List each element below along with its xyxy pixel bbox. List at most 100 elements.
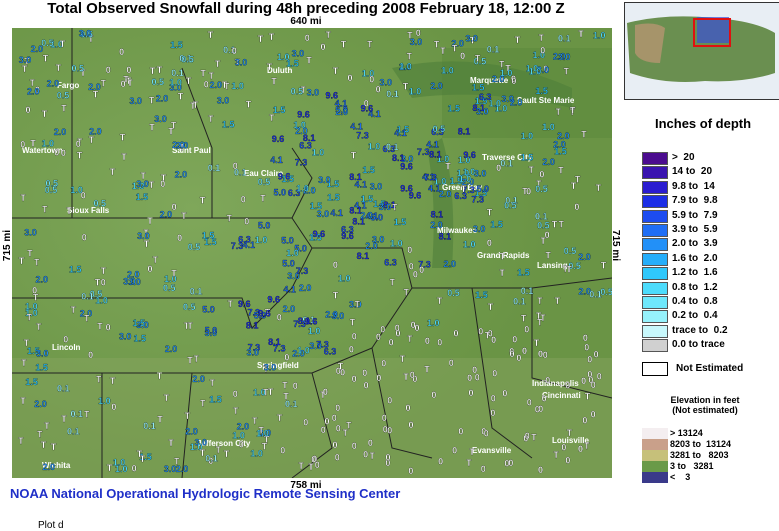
observation-value: 0.1 (190, 287, 203, 297)
elevation-label: < 3 (670, 472, 691, 482)
observation-value: T (407, 51, 413, 61)
observation-value: 8.1 (439, 231, 452, 241)
observation-value: T (194, 354, 200, 364)
legend-row: 7.9 to 9.8 (642, 195, 778, 209)
observation-value: T (84, 409, 90, 419)
legend-swatch (642, 238, 668, 252)
observation-value: T (553, 450, 559, 460)
observation-value: 8.1 (431, 210, 444, 220)
legend-row: 0.0 to trace (642, 339, 778, 353)
observation-value: 9.6 (409, 190, 422, 200)
observation-value: T (529, 165, 535, 175)
observation-value: T (258, 426, 264, 436)
observation-value: T (187, 321, 193, 331)
legend-swatch (642, 281, 668, 295)
observation-value: 0 (232, 46, 237, 56)
observation-value: T (515, 35, 521, 45)
observation-value: 1.0 (115, 464, 128, 474)
legend-label: 14 to 20 (672, 166, 713, 178)
observation-value: T (534, 338, 540, 348)
observation-value: 1.0 (250, 448, 263, 458)
observation-value: 0 (348, 73, 353, 83)
observation-value: 1.0 (231, 81, 244, 91)
observation-value: 0.1 (500, 158, 513, 168)
observation-value: 0 (407, 245, 412, 255)
observation-value: T (499, 268, 505, 278)
observation-value: 2.0 (192, 374, 205, 384)
observation-value: 0.5 (57, 91, 70, 101)
observation-value: 0 (574, 202, 579, 212)
observation-value: T (210, 378, 216, 388)
observation-value: T (559, 220, 565, 230)
observation-value: 3.0 (380, 78, 393, 88)
observation-value: 0 (148, 264, 153, 274)
elevation-row: < 3 (642, 472, 778, 483)
observation-value: T (43, 54, 49, 64)
legend-row: > 20 (642, 152, 778, 166)
observation-value: T (556, 107, 562, 117)
observation-value: T (475, 54, 481, 64)
observation-value: 0.1 (487, 45, 500, 55)
observation-value: 9.6 (341, 231, 354, 241)
observation-value: 0 (76, 139, 81, 149)
observation-value: 9.6 (305, 317, 318, 327)
observation-value: 0 (524, 324, 529, 334)
observation-value: T (469, 447, 475, 457)
observation-value: T (18, 436, 24, 446)
legend-swatch (642, 310, 668, 324)
observation-value: T (522, 186, 528, 196)
observation-value: 5.0 (281, 235, 294, 245)
observation-value: 0 (510, 349, 515, 359)
observation-value: 0 (280, 445, 285, 455)
observation-value: T (193, 100, 199, 110)
observation-value: T (564, 66, 570, 76)
legend-label: trace to 0.2 (672, 324, 728, 336)
observation-value: 0 (352, 441, 357, 451)
observation-value: 0 (303, 418, 308, 428)
elevation-row: 8203 to 13124 (642, 439, 778, 450)
observation-value: 0 (106, 323, 111, 333)
observation-value: 0.5 (163, 283, 176, 293)
observation-value: 2.0 (165, 344, 178, 354)
observation-value: 0 (413, 270, 418, 280)
observation-value: T (174, 457, 180, 467)
legend-row: 2.0 to 3.9 (642, 238, 778, 252)
observation-value: T (537, 318, 543, 328)
observation-value: 1.0 (529, 67, 542, 77)
observation-value: T (403, 372, 409, 382)
observation-value: T (20, 396, 26, 406)
observation-value: 1.0 (463, 239, 476, 249)
observation-value: T (137, 449, 143, 459)
observation-value: T (51, 442, 57, 452)
observation-value: T (36, 322, 42, 332)
observation-value: 3.0 (558, 52, 571, 62)
observation-value: T (260, 194, 266, 204)
observation-value: 0.1 (208, 163, 221, 173)
observation-value: 0 (425, 336, 430, 346)
observation-value: 0 (336, 424, 341, 434)
observation-value: 1.0 (42, 139, 55, 149)
observation-value: 3.0 (137, 231, 150, 241)
locator-inset-map[interactable] (624, 2, 779, 100)
observation-value: 2.0 (27, 86, 40, 96)
observation-value: 0.5 (564, 246, 577, 256)
observation-value: 0.5 (535, 184, 548, 194)
observation-value: 0 (126, 65, 131, 75)
observation-value: T (149, 122, 155, 132)
observation-value: 0 (538, 349, 543, 359)
observation-value: T (208, 30, 214, 40)
observation-value: 1.0 (296, 183, 309, 193)
observation-value: 3.0 (154, 114, 167, 124)
snowfall-map[interactable]: Duluth Marquette Sault Ste Marie Fargo S… (12, 28, 612, 478)
observation-value: 2.0 (336, 107, 349, 117)
observation-value: 9.6 (463, 150, 476, 160)
observation-value: T (252, 416, 258, 426)
observation-value: 0 (419, 265, 424, 275)
observation-value: 0 (101, 277, 106, 287)
observation-value: T (487, 208, 493, 218)
legend-label: 7.9 to 9.8 (672, 195, 718, 207)
observation-value: 1.5 (554, 147, 567, 157)
observation-value: T (369, 451, 375, 461)
observation-value: T (60, 39, 66, 49)
observation-value: 0.1 (558, 33, 571, 43)
